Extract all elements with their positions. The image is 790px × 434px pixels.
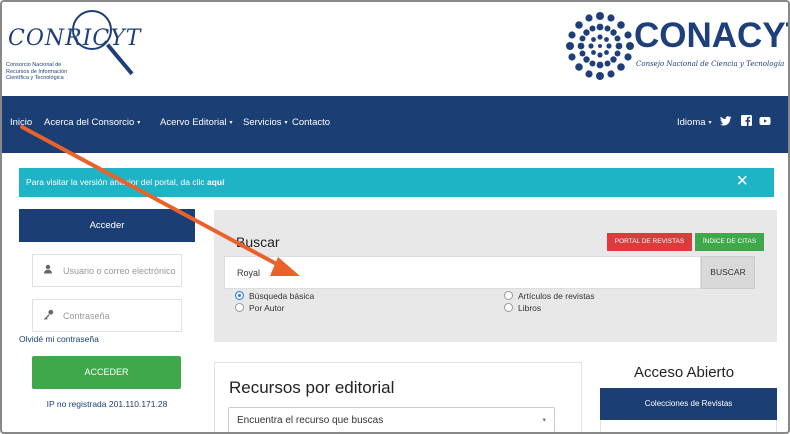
radio-por-autor[interactable]: Por Autor bbox=[235, 303, 284, 313]
colecciones-body bbox=[600, 420, 777, 432]
ip-status: IP no registrada 201.110.171.28 bbox=[46, 399, 168, 409]
colecciones-revistas-header[interactable]: Colecciones de Revistas bbox=[600, 388, 777, 420]
portal-revistas-button[interactable]: PORTAL DE REVISTAS bbox=[607, 233, 692, 251]
site-header: CONRICYT Consorcio Nacional de Recursos … bbox=[2, 2, 790, 96]
radio-busqueda-basica[interactable]: Búsqueda básica bbox=[235, 291, 314, 301]
search-title: Buscar bbox=[236, 234, 280, 250]
old-portal-banner: Para visitar la versión anterior del por… bbox=[19, 168, 774, 197]
conacyt-tagline: Consejo Nacional de Ciencia y Tecnología bbox=[636, 60, 785, 68]
caret-down-icon: ▾ bbox=[229, 119, 233, 126]
password-field[interactable]: Contraseña bbox=[32, 299, 182, 332]
colecciones-label: Colecciones de Revistas bbox=[644, 399, 733, 408]
banner-text: Para visitar la versión anterior del por… bbox=[26, 177, 225, 187]
radio-empty-icon bbox=[235, 303, 244, 312]
nav-item-servicios[interactable]: Servicios ▾ bbox=[243, 117, 288, 128]
radio-empty-icon bbox=[504, 303, 513, 312]
conricyt-logo[interactable]: CONRICYT Consorcio Nacional de Recursos … bbox=[2, 6, 142, 90]
conacyt-dots-icon bbox=[566, 12, 634, 80]
nav-item-inicio[interactable]: Inicio bbox=[10, 117, 32, 128]
radio-empty-icon bbox=[504, 291, 513, 300]
nav-item-acervo[interactable]: Acervo Editorial ▾ bbox=[160, 117, 233, 128]
recursos-panel: Recursos por editorial Encuentra el recu… bbox=[214, 362, 582, 432]
login-button[interactable]: ACCEDER bbox=[32, 356, 181, 389]
recursos-select-value: Encuentra el recurso que buscas bbox=[237, 415, 384, 426]
user-icon bbox=[43, 264, 55, 276]
username-placeholder: Usuario o correo electrónico bbox=[63, 266, 176, 276]
conacyt-logo[interactable]: CONACYT Consejo Nacional de Ciencia y Te… bbox=[564, 10, 790, 80]
search-panel: Buscar PORTAL DE REVISTAS ÍNDICE DE CITA… bbox=[214, 210, 777, 342]
caret-down-icon: ▾ bbox=[284, 119, 288, 126]
search-input[interactable]: Royal bbox=[224, 256, 701, 289]
facebook-icon[interactable] bbox=[739, 115, 753, 129]
chevron-down-icon: ▾ bbox=[542, 417, 546, 424]
recursos-select[interactable]: Encuentra el recurso que buscas ▾ bbox=[228, 407, 555, 432]
conricyt-logo-word: CONRICYT bbox=[8, 26, 142, 51]
key-icon bbox=[43, 309, 55, 321]
radio-articulos-revistas[interactable]: Artículos de revistas bbox=[504, 291, 595, 301]
forgot-password-link[interactable]: Olvidé mi contraseña bbox=[19, 334, 99, 344]
banner-link[interactable]: aquí bbox=[207, 177, 224, 187]
indice-citas-button[interactable]: ÍNDICE DE CITAS bbox=[695, 233, 764, 251]
recursos-title: Recursos por editorial bbox=[229, 378, 395, 397]
nav-item-contacto[interactable]: Contacto bbox=[292, 117, 330, 128]
username-field[interactable]: Usuario o correo electrónico bbox=[32, 254, 182, 287]
conricyt-logo-subtitle: Consorcio Nacional de Recursos de Inform… bbox=[6, 62, 68, 81]
login-header: Acceder bbox=[19, 209, 195, 242]
nav-item-acerca[interactable]: Acerca del Consorcio ▾ bbox=[44, 117, 140, 128]
radio-libros[interactable]: Libros bbox=[504, 303, 541, 313]
close-icon[interactable]: × bbox=[736, 171, 748, 191]
login-title: Acceder bbox=[89, 220, 125, 231]
search-input-value: Royal bbox=[237, 268, 261, 278]
password-placeholder: Contraseña bbox=[63, 311, 110, 321]
acceso-abierto-title: Acceso Abierto bbox=[634, 364, 735, 381]
caret-down-icon: ▾ bbox=[137, 119, 141, 126]
twitter-icon[interactable] bbox=[719, 115, 733, 129]
browser-frame: CONRICYT Consorcio Nacional de Recursos … bbox=[0, 0, 790, 434]
main-nav: Inicio Acerca del Consorcio ▾ Acervo Edit… bbox=[2, 96, 788, 153]
radio-selected-icon bbox=[235, 291, 244, 300]
conacyt-brand: CONACYT bbox=[634, 16, 790, 55]
nav-item-idioma[interactable]: Idioma ▾ bbox=[677, 117, 712, 128]
youtube-icon[interactable] bbox=[758, 115, 772, 129]
caret-down-icon: ▾ bbox=[708, 119, 712, 126]
search-button[interactable]: BUSCAR bbox=[701, 256, 755, 289]
